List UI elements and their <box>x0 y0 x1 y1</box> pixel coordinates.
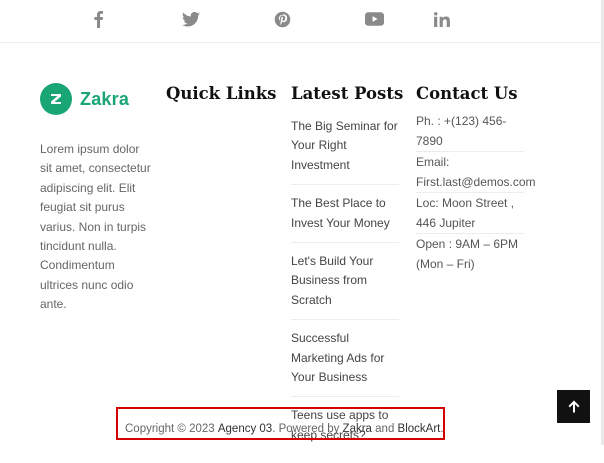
copyright-middle: . Powered by <box>272 422 343 435</box>
back-to-top-button[interactable] <box>557 390 590 423</box>
logo-text: Zakra <box>80 88 130 109</box>
post-link[interactable]: Let's Build Your Business from Scratch <box>291 252 399 321</box>
agency-link[interactable]: Agency 03 <box>218 423 272 435</box>
copyright-suffix: . <box>440 422 444 435</box>
contact-hours-line2: (Mon – Fri) <box>416 257 475 271</box>
copyright-and: and <box>371 422 398 435</box>
latest-posts-title: Latest Posts <box>291 84 404 103</box>
quick-links-title: Quick Links <box>166 84 277 103</box>
facebook-icon[interactable] <box>87 8 109 30</box>
contact-email-label: Email: <box>416 155 450 169</box>
blockart-link[interactable]: BlockArt <box>398 423 441 435</box>
about-text: Lorem ipsum dolor sit amet, consectetur … <box>40 142 151 312</box>
contact-list: Ph. : +(123) 456-7890 Email: First.last@… <box>416 111 536 274</box>
copyright-bar: Copyright © 2023 Agency 03 . Powered by … <box>116 407 445 440</box>
arrow-up-icon <box>568 400 579 413</box>
zakra-logo-icon <box>40 83 72 115</box>
zakra-link[interactable]: Zakra <box>343 423 372 435</box>
contact-title: Contact Us <box>416 84 518 103</box>
contact-email[interactable]: First.last@demos.com <box>416 172 536 193</box>
contact-location-line1: Loc: Moon Street , <box>416 196 515 210</box>
contact-location-line2: 446 Jupiter <box>416 213 524 234</box>
pinterest-icon[interactable] <box>271 8 293 30</box>
youtube-icon[interactable] <box>363 8 385 30</box>
site-logo[interactable]: Zakra <box>40 83 129 115</box>
contact-hours-line1: Open : 9AM – 6PM <box>416 237 519 251</box>
linkedin-icon[interactable] <box>431 8 453 30</box>
copyright-prefix: Copyright © 2023 <box>125 422 218 435</box>
post-link[interactable]: The Best Place to Invest Your Money <box>291 194 399 244</box>
social-bar <box>0 0 604 43</box>
twitter-icon[interactable] <box>180 8 202 30</box>
post-link[interactable]: Successful Marketing Ads for Your Busine… <box>291 329 399 398</box>
contact-phone: Ph. : +(123) 456-7890 <box>416 111 524 152</box>
post-link[interactable]: The Big Seminar for Your Right Investmen… <box>291 117 399 186</box>
